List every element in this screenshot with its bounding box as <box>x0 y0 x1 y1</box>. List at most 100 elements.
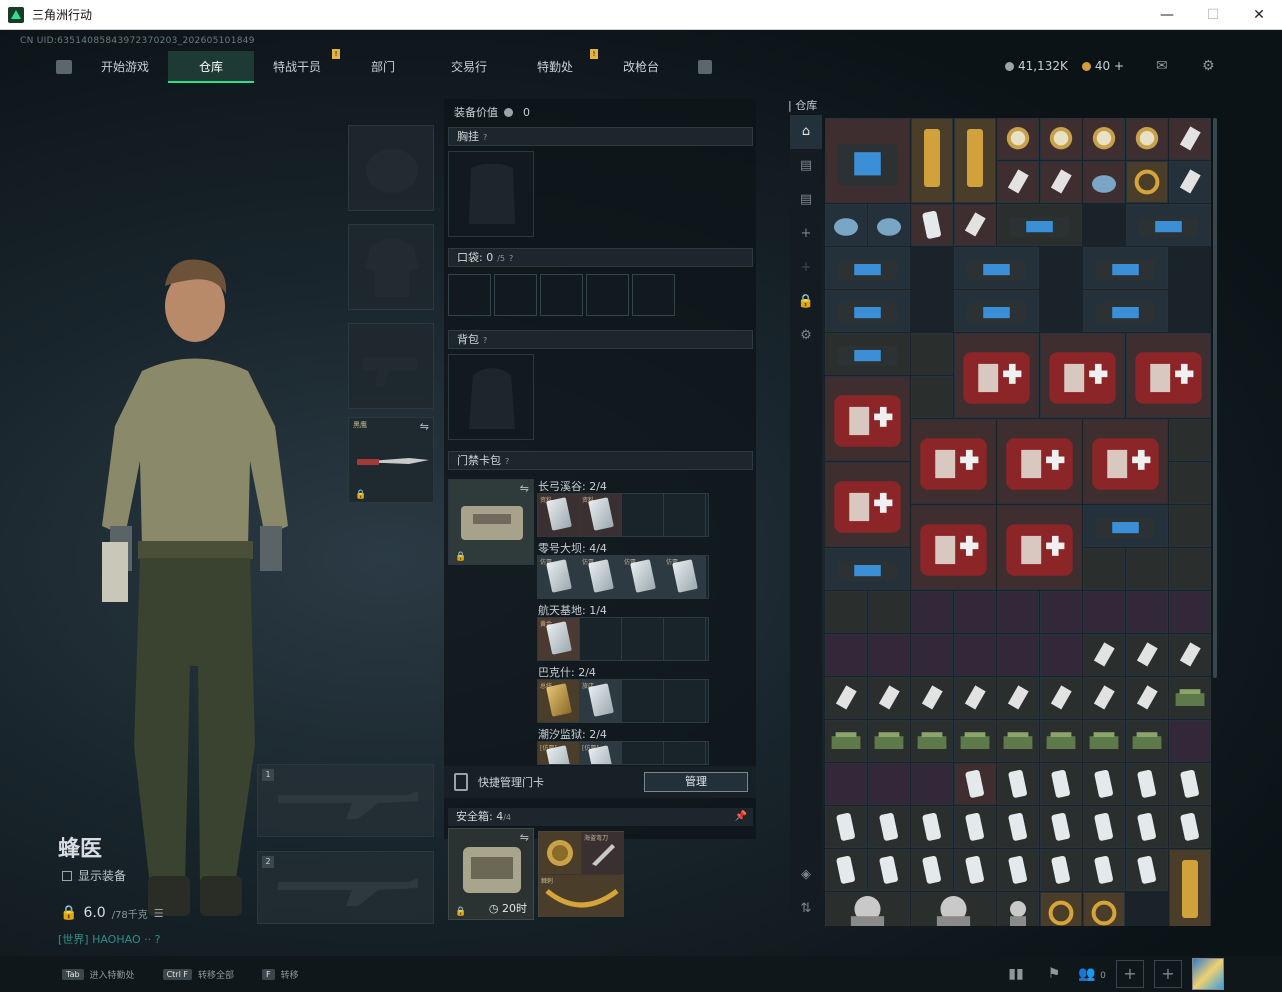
hint-transfer-all[interactable]: Ctrl F 转移全部 <box>162 968 234 981</box>
warehouse-item[interactable] <box>868 591 910 633</box>
warehouse-item[interactable] <box>954 591 996 633</box>
keycard-item[interactable]: 仿冒 <box>580 556 622 598</box>
warehouse-item[interactable] <box>1169 806 1211 848</box>
havoc-coin-display[interactable]: 41,132K <box>1004 59 1068 73</box>
help-icon[interactable]: ? <box>483 336 487 345</box>
warehouse-item[interactable] <box>997 763 1039 805</box>
warehouse-item[interactable] <box>954 849 996 891</box>
warehouse-item[interactable] <box>1040 118 1082 160</box>
warehouse-item[interactable] <box>911 505 996 590</box>
warehouse-item[interactable] <box>1040 806 1082 848</box>
tab-department[interactable]: 部门 <box>340 51 426 83</box>
warehouse-item[interactable] <box>997 161 1039 203</box>
help-icon[interactable]: ? <box>505 457 509 466</box>
warehouse-item[interactable] <box>911 333 953 375</box>
backpack-slot[interactable] <box>448 354 534 440</box>
warehouse-item[interactable] <box>1083 419 1168 504</box>
warehouse-item[interactable] <box>1083 806 1125 848</box>
warehouse-item[interactable] <box>825 247 910 289</box>
warehouse-item[interactable] <box>1126 591 1168 633</box>
warehouse-item[interactable] <box>954 333 1039 418</box>
keycard-empty-slot[interactable] <box>664 742 706 764</box>
warehouse-item[interactable] <box>1126 118 1168 160</box>
friends-icon[interactable]: 👥 0 <box>1078 960 1106 988</box>
warehouse-item[interactable] <box>911 763 953 805</box>
tab-special-ops[interactable]: 特勤处! <box>512 49 598 83</box>
hint-enter-special-ops[interactable]: Tab 进入特勤处 <box>62 968 135 981</box>
warehouse-item[interactable] <box>911 720 953 762</box>
warehouse-item[interactable] <box>825 118 910 203</box>
warehouse-item[interactable] <box>1126 548 1168 590</box>
secondary-weapon-slot[interactable]: 2 <box>257 851 434 924</box>
swap-icon[interactable]: ⇋ <box>520 482 529 495</box>
pistol-slot[interactable] <box>348 323 434 409</box>
player-avatar[interactable] <box>1192 958 1224 990</box>
keycard-empty-slot[interactable] <box>622 742 664 764</box>
warehouse-item[interactable] <box>1169 548 1211 590</box>
safe-box-slot[interactable]: ⇋ 🔒 ◷ 20时 <box>448 828 534 920</box>
mail-icon[interactable]: ✉ <box>1156 59 1174 73</box>
melee-slot[interactable]: 黑鹰 ⇋ 🔒 <box>348 417 434 503</box>
warehouse-item[interactable] <box>954 204 996 246</box>
warehouse-item[interactable] <box>911 591 953 633</box>
keycard-empty-slot[interactable] <box>664 680 706 722</box>
warehouse-tab-icon[interactable]: ▤ <box>790 149 822 183</box>
warehouse-item[interactable] <box>1126 634 1168 676</box>
warehouse-item[interactable] <box>1126 806 1168 848</box>
warehouse-item[interactable] <box>868 677 910 719</box>
list-icon[interactable]: ☰ <box>154 907 164 920</box>
warehouse-item[interactable] <box>868 806 910 848</box>
warehouse-item[interactable] <box>1169 419 1211 461</box>
tab-market[interactable]: 交易行 <box>426 51 512 83</box>
warehouse-item[interactable] <box>1040 892 1082 926</box>
warehouse-item[interactable] <box>911 118 953 203</box>
warehouse-item[interactable] <box>1083 548 1125 590</box>
warehouse-item[interactable] <box>868 204 910 246</box>
warehouse-item[interactable] <box>1040 677 1082 719</box>
warehouse-item[interactable] <box>911 419 996 504</box>
add-teammate-button[interactable]: + <box>1154 960 1182 988</box>
warehouse-item[interactable] <box>954 763 996 805</box>
warehouse-item[interactable] <box>868 634 910 676</box>
warehouse-item[interactable] <box>911 634 953 676</box>
add-tab-icon[interactable]: + <box>790 251 822 285</box>
keycard-row[interactable]: 仿冒 仿冒 仿冒 仿冒 <box>537 555 709 599</box>
settings-gear-icon[interactable]: ⚙ <box>790 319 822 353</box>
lock-icon[interactable]: 🔒 <box>790 285 822 319</box>
swap-icon[interactable]: ⇋ <box>420 420 429 433</box>
warehouse-item[interactable] <box>1126 720 1168 762</box>
tab-warehouse[interactable]: 仓库 <box>168 51 254 83</box>
warehouse-item[interactable] <box>1083 247 1168 289</box>
flag-icon[interactable]: ⚑ <box>1040 960 1068 988</box>
keycard-item[interactable]: [仿冒] <box>538 742 580 764</box>
warehouse-item[interactable] <box>1169 505 1211 547</box>
keycard-item[interactable]: 仿冒 <box>664 556 706 598</box>
warehouse-item[interactable] <box>954 634 996 676</box>
manage-keycards-button[interactable]: 管理 <box>644 772 748 792</box>
show-equip-toggle[interactable]: 显示装备 <box>62 867 126 884</box>
safe-item-knife[interactable]: 海盗弯刀 <box>582 832 624 874</box>
warehouse-item[interactable] <box>954 118 996 203</box>
keycard-row[interactable]: 资料 资料 <box>537 493 709 537</box>
warehouse-item[interactable] <box>825 806 867 848</box>
warehouse-item[interactable] <box>1169 161 1211 203</box>
keycard-item[interactable]: 仿冒 <box>622 556 664 598</box>
keycard-empty-slot[interactable] <box>664 494 706 536</box>
keycard-item[interactable]: 仿冒 <box>538 556 580 598</box>
warehouse-item[interactable] <box>825 591 867 633</box>
warehouse-item[interactable] <box>825 462 910 547</box>
warehouse-item[interactable] <box>1083 763 1125 805</box>
warehouse-item[interactable] <box>1083 290 1168 332</box>
warehouse-item[interactable] <box>1083 892 1125 926</box>
sort-icon[interactable]: ⇅ <box>790 892 822 926</box>
warehouse-item[interactable] <box>997 806 1039 848</box>
warehouse-item[interactable] <box>1169 462 1211 504</box>
warehouse-item[interactable] <box>1040 161 1082 203</box>
stats-chart-icon[interactable]: ▮▮ <box>1002 960 1030 988</box>
warehouse-item[interactable] <box>1169 118 1211 160</box>
primary-weapon-slot[interactable]: 1 <box>257 764 434 837</box>
warehouse-item[interactable] <box>997 204 1082 246</box>
pocket-slot[interactable] <box>586 274 629 316</box>
warehouse-item[interactable] <box>954 806 996 848</box>
warehouse-item[interactable] <box>1126 161 1168 203</box>
